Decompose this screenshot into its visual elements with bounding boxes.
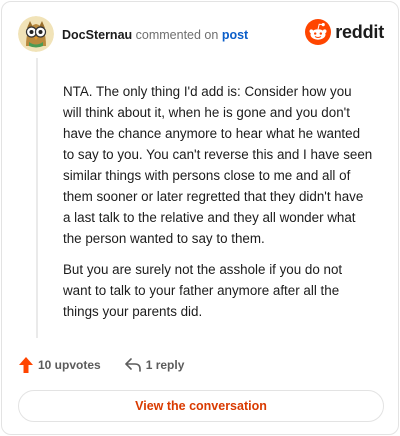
upvote-count: 10 upvotes [38, 358, 101, 372]
comment-paragraph: But you are surely not the asshole if yo… [63, 262, 343, 319]
upvote-button[interactable]: 10 upvotes [19, 357, 101, 373]
post-link[interactable]: post [222, 28, 248, 42]
thread-line [36, 58, 38, 338]
upvote-arrow-icon [19, 357, 33, 373]
view-conversation-button[interactable]: View the conversation [18, 390, 384, 422]
reddit-logo[interactable]: reddit [305, 19, 384, 45]
comment-header: DocSternau commented on post reddit [18, 16, 384, 56]
user-avatar[interactable] [18, 16, 54, 52]
comment-body: NTA. The only thing I'd add is: Consider… [63, 81, 373, 322]
brand-wordmark: reddit [335, 21, 384, 42]
embedded-comment-card: DocSternau commented on post reddit NTA.… [1, 1, 399, 435]
action-text: commented on [135, 28, 219, 42]
comment-byline: DocSternau commented on post [62, 28, 248, 42]
reply-button[interactable]: 1 reply [124, 358, 185, 372]
reply-count: 1 reply [145, 358, 185, 372]
username-link[interactable]: DocSternau [62, 28, 132, 42]
comment-actions: 10 upvotes 1 reply [19, 355, 184, 375]
comment-paragraph: NTA. The only thing I'd add is: Consider… [63, 84, 373, 246]
owl-avatar-icon [18, 16, 54, 52]
reply-arrow-icon [124, 358, 141, 372]
reddit-snoo-icon [305, 19, 332, 45]
